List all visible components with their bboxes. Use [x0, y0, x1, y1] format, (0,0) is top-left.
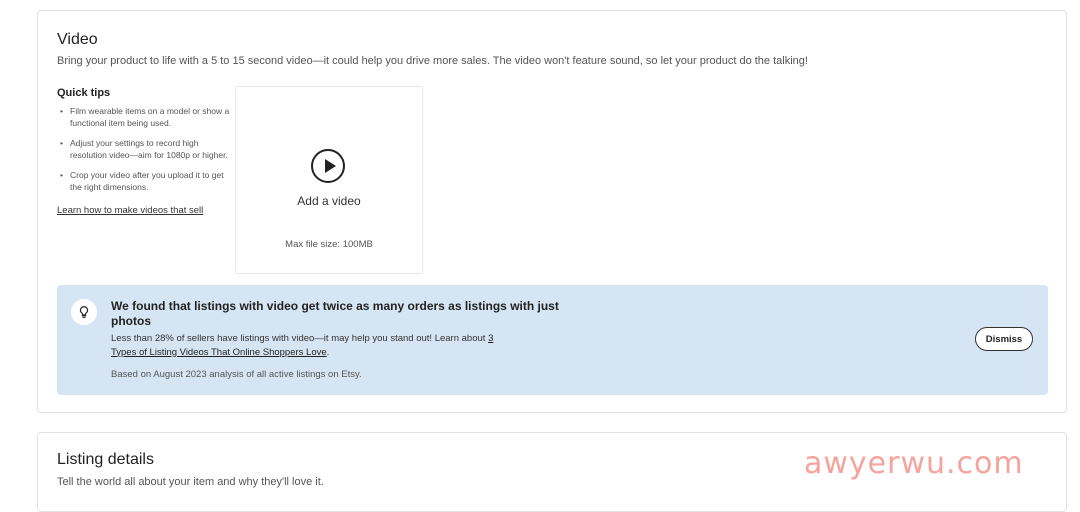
learn-videos-link[interactable]: Learn how to make videos that sell	[57, 205, 232, 216]
watermark: awyerwu.com	[804, 446, 1024, 481]
add-video-dropzone[interactable]: Add a video Max file size: 100MB	[235, 86, 423, 274]
video-section-title: Video	[57, 31, 98, 48]
listing-details-title: Listing details	[57, 451, 154, 468]
add-video-label: Add a video	[297, 194, 361, 208]
max-file-size-text: Max file size: 100MB	[285, 239, 373, 250]
quick-tip-item: Crop your video after you upload it to g…	[60, 169, 230, 193]
video-section: Video Bring your product to life with a …	[37, 10, 1067, 413]
video-section-description: Bring your product to life with a 5 to 1…	[57, 55, 808, 67]
play-circle-icon	[311, 149, 345, 183]
quick-tip-item: Film wearable items on a model or show a…	[60, 105, 230, 129]
quick-tip-item: Adjust your settings to record high reso…	[60, 137, 230, 161]
quick-tips-title: Quick tips	[57, 87, 111, 99]
banner-body-text: Less than 28% of sellers have listings w…	[111, 333, 489, 344]
quick-tips: Quick tips Film wearable items on a mode…	[57, 87, 232, 216]
listing-details-description: Tell the world all about your item and w…	[57, 476, 324, 488]
banner-footnote: Based on August 2023 analysis of all act…	[111, 369, 362, 380]
banner-title: We found that listings with video get tw…	[111, 299, 559, 328]
quick-tips-list: Film wearable items on a model or show a…	[57, 105, 232, 193]
lightbulb-icon	[71, 299, 97, 325]
video-insight-banner: We found that listings with video get tw…	[57, 285, 1048, 395]
banner-body-end: .	[326, 346, 330, 358]
dismiss-button[interactable]: Dismiss	[975, 327, 1033, 351]
banner-body: Less than 28% of sellers have listings w…	[111, 332, 521, 359]
